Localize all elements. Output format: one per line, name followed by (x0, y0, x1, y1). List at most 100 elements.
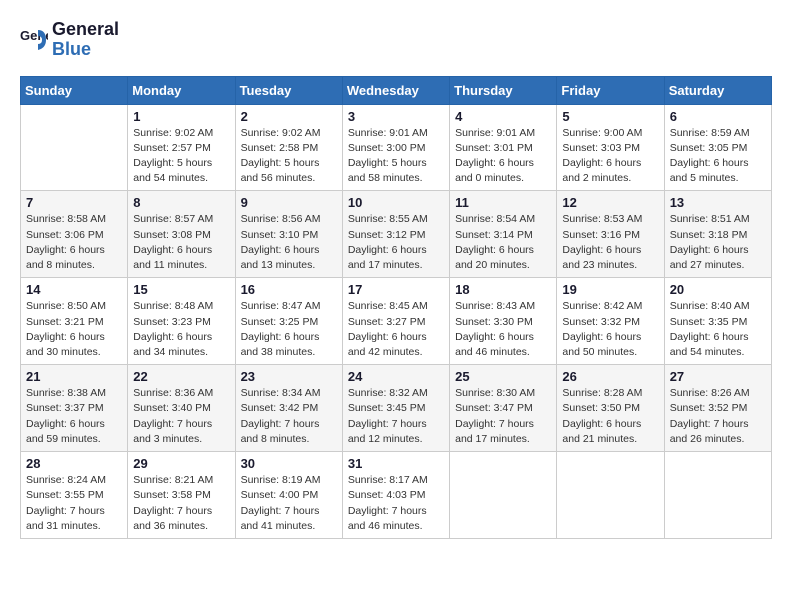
day-number: 17 (348, 282, 444, 297)
weekday-header: Sunday (21, 76, 128, 104)
calendar-cell: 20 Sunrise: 8:40 AMSunset: 3:35 PMDayligh… (664, 278, 771, 365)
calendar-cell: 16Sunrise: 8:47 AMSunset: 3:25 PMDayligh… (235, 278, 342, 365)
day-number: 21 (26, 369, 122, 384)
day-number: 10 (348, 195, 444, 210)
day-number: 26 (562, 369, 658, 384)
logo-general: General (52, 20, 119, 40)
day-number: 11 (455, 195, 551, 210)
day-number: 8 (133, 195, 229, 210)
day-number: 20 (670, 282, 766, 297)
day-info: Sunrise: 8:32 AMSunset: 3:45 PMDaylight:… (348, 386, 444, 447)
day-info: Sunrise: 9:01 AMSunset: 3:01 PMDaylight:… (455, 126, 551, 187)
calendar-cell (664, 452, 771, 539)
calendar-cell: 22 Sunrise: 8:36 AMSunset: 3:40 PMDayligh… (128, 365, 235, 452)
day-info: Sunrise: 8:57 AMSunset: 3:08 PMDaylight:… (133, 212, 229, 273)
calendar-week-row: 7 Sunrise: 8:58 AMSunset: 3:06 PMDaylight… (21, 191, 772, 278)
day-info: Sunrise: 8:45 AMSunset: 3:27 PMDaylight:… (348, 299, 444, 360)
day-info: Sunrise: 9:00 AMSunset: 3:03 PMDaylight:… (562, 126, 658, 187)
calendar-cell: 3 Sunrise: 9:01 AMSunset: 3:00 PMDaylight… (342, 104, 449, 191)
day-number: 23 (241, 369, 337, 384)
calendar-cell: 21Sunrise: 8:38 AMSunset: 3:37 PMDayligh… (21, 365, 128, 452)
day-info: Sunrise: 8:30 AMSunset: 3:47 PMDaylight:… (455, 386, 551, 447)
calendar-cell: 19Sunrise: 8:42 AMSunset: 3:32 PMDayligh… (557, 278, 664, 365)
day-number: 18 (455, 282, 551, 297)
day-number: 30 (241, 456, 337, 471)
day-info: Sunrise: 8:21 AMSunset: 3:58 PMDaylight:… (133, 473, 229, 534)
day-number: 22 (133, 369, 229, 384)
calendar-cell: 8 Sunrise: 8:57 AMSunset: 3:08 PMDaylight… (128, 191, 235, 278)
day-info: Sunrise: 8:17 AMSunset: 4:03 PMDaylight:… (348, 473, 444, 534)
day-number: 9 (241, 195, 337, 210)
day-number: 7 (26, 195, 122, 210)
calendar-cell: 26 Sunrise: 8:28 AMSunset: 3:50 PMDayligh… (557, 365, 664, 452)
day-number: 27 (670, 369, 766, 384)
day-info: Sunrise: 8:36 AMSunset: 3:40 PMDaylight:… (133, 386, 229, 447)
day-info: Sunrise: 8:56 AMSunset: 3:10 PMDaylight:… (241, 212, 337, 273)
day-number: 25 (455, 369, 551, 384)
day-number: 5 (562, 109, 658, 124)
weekday-header: Monday (128, 76, 235, 104)
calendar-cell: 10 Sunrise: 8:55 AMSunset: 3:12 PMDayligh… (342, 191, 449, 278)
day-number: 14 (26, 282, 122, 297)
day-number: 1 (133, 109, 229, 124)
calendar-header-row: SundayMondayTuesdayWednesdayThursdayFrid… (21, 76, 772, 104)
calendar-week-row: 1Sunrise: 9:02 AMSunset: 2:57 PMDaylight… (21, 104, 772, 191)
weekday-header: Friday (557, 76, 664, 104)
calendar-cell: 5 Sunrise: 9:00 AMSunset: 3:03 PMDaylight… (557, 104, 664, 191)
calendar-cell: 9 Sunrise: 8:56 AMSunset: 3:10 PMDaylight… (235, 191, 342, 278)
day-info: Sunrise: 8:51 AMSunset: 3:18 PMDaylight:… (670, 212, 766, 273)
calendar-cell: 31 Sunrise: 8:17 AMSunset: 4:03 PMDayligh… (342, 452, 449, 539)
calendar-cell: 24 Sunrise: 8:32 AMSunset: 3:45 PMDayligh… (342, 365, 449, 452)
day-number: 6 (670, 109, 766, 124)
day-info: Sunrise: 8:58 AMSunset: 3:06 PMDaylight:… (26, 212, 122, 273)
weekday-header: Thursday (450, 76, 557, 104)
day-info: Sunrise: 8:28 AMSunset: 3:50 PMDaylight:… (562, 386, 658, 447)
calendar-cell (450, 452, 557, 539)
day-info: Sunrise: 9:02 AMSunset: 2:58 PMDaylight:… (241, 126, 337, 187)
weekday-header: Tuesday (235, 76, 342, 104)
day-number: 28 (26, 456, 122, 471)
calendar-cell: 7 Sunrise: 8:58 AMSunset: 3:06 PMDaylight… (21, 191, 128, 278)
logo: General General Blue (20, 20, 119, 60)
day-number: 2 (241, 109, 337, 124)
calendar-cell: 14 Sunrise: 8:50 AMSunset: 3:21 PMDayligh… (21, 278, 128, 365)
day-number: 29 (133, 456, 229, 471)
calendar-cell: 30 Sunrise: 8:19 AMSunset: 4:00 PMDayligh… (235, 452, 342, 539)
day-info: Sunrise: 8:24 AMSunset: 3:55 PMDaylight:… (26, 473, 122, 534)
calendar-cell: 29 Sunrise: 8:21 AMSunset: 3:58 PMDayligh… (128, 452, 235, 539)
calendar-cell: 15 Sunrise: 8:48 AMSunset: 3:23 PMDayligh… (128, 278, 235, 365)
calendar-week-row: 28 Sunrise: 8:24 AMSunset: 3:55 PMDayligh… (21, 452, 772, 539)
day-number: 12 (562, 195, 658, 210)
day-info: Sunrise: 8:34 AMSunset: 3:42 PMDaylight:… (241, 386, 337, 447)
weekday-header: Saturday (664, 76, 771, 104)
day-info: Sunrise: 8:19 AMSunset: 4:00 PMDaylight:… (241, 473, 337, 534)
calendar-cell: 1Sunrise: 9:02 AMSunset: 2:57 PMDaylight… (128, 104, 235, 191)
calendar-table: SundayMondayTuesdayWednesdayThursdayFrid… (20, 76, 772, 539)
calendar-cell (557, 452, 664, 539)
logo-blue: Blue (52, 40, 119, 60)
calendar-cell: 23 Sunrise: 8:34 AMSunset: 3:42 PMDayligh… (235, 365, 342, 452)
weekday-header: Wednesday (342, 76, 449, 104)
day-number: 24 (348, 369, 444, 384)
day-info: Sunrise: 8:53 AMSunset: 3:16 PMDaylight:… (562, 212, 658, 273)
calendar-cell: 25 Sunrise: 8:30 AMSunset: 3:47 PMDayligh… (450, 365, 557, 452)
day-number: 4 (455, 109, 551, 124)
day-info: Sunrise: 8:47 AMSunset: 3:25 PMDaylight:… (241, 299, 337, 360)
calendar-cell: 18Sunrise: 8:43 AMSunset: 3:30 PMDayligh… (450, 278, 557, 365)
day-info: Sunrise: 8:40 AMSunset: 3:35 PMDaylight:… (670, 299, 766, 360)
calendar-cell: 6 Sunrise: 8:59 AMSunset: 3:05 PMDaylight… (664, 104, 771, 191)
calendar-cell: 12 Sunrise: 8:53 AMSunset: 3:16 PMDayligh… (557, 191, 664, 278)
day-info: Sunrise: 8:48 AMSunset: 3:23 PMDaylight:… (133, 299, 229, 360)
day-info: Sunrise: 8:59 AMSunset: 3:05 PMDaylight:… (670, 126, 766, 187)
calendar-cell: 11Sunrise: 8:54 AMSunset: 3:14 PMDayligh… (450, 191, 557, 278)
day-number: 3 (348, 109, 444, 124)
day-number: 31 (348, 456, 444, 471)
calendar-cell: 27 Sunrise: 8:26 AMSunset: 3:52 PMDayligh… (664, 365, 771, 452)
day-info: Sunrise: 8:50 AMSunset: 3:21 PMDaylight:… (26, 299, 122, 360)
calendar-week-row: 21Sunrise: 8:38 AMSunset: 3:37 PMDayligh… (21, 365, 772, 452)
day-info: Sunrise: 9:01 AMSunset: 3:00 PMDaylight:… (348, 126, 444, 187)
day-number: 15 (133, 282, 229, 297)
day-info: Sunrise: 8:55 AMSunset: 3:12 PMDaylight:… (348, 212, 444, 273)
day-info: Sunrise: 8:26 AMSunset: 3:52 PMDaylight:… (670, 386, 766, 447)
calendar-cell: 17 Sunrise: 8:45 AMSunset: 3:27 PMDayligh… (342, 278, 449, 365)
